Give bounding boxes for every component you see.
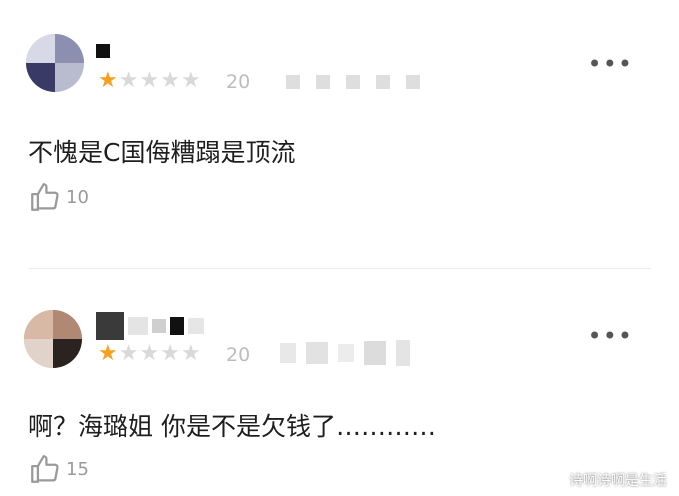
rating-stars: ★ ★ ★ ★ ★ — [98, 70, 201, 92]
like-button[interactable]: 15 — [28, 452, 89, 486]
date-blurred — [280, 340, 410, 366]
review-item-2: ★ ★ ★ ★ ★ 20 ••• 啊？海璐姐 你是不是欠钱了………… 15 — [0, 268, 679, 496]
like-count: 10 — [66, 186, 89, 208]
thumbs-up-icon — [31, 183, 59, 211]
rating-stars: ★ ★ ★ ★ ★ — [98, 343, 201, 365]
avatar[interactable] — [24, 310, 82, 368]
star-icon: ★ — [118, 68, 139, 93]
star-icon: ★ — [180, 341, 201, 366]
watermark: 诗啊诗啊是生活 — [569, 473, 667, 489]
username-blurred — [96, 312, 204, 340]
avatar[interactable] — [26, 34, 84, 92]
star-icon: ★ — [139, 341, 160, 366]
star-icon: ★ — [139, 68, 160, 93]
star-icon: ★ — [98, 341, 118, 366]
more-options-button[interactable]: ••• — [588, 324, 633, 348]
star-icon: ★ — [180, 68, 201, 93]
review-text: 啊？海璐姐 你是不是欠钱了………… — [28, 412, 436, 441]
star-icon: ★ — [118, 341, 139, 366]
star-icon: ★ — [160, 68, 180, 93]
date-blurred — [286, 75, 420, 89]
like-count: 15 — [66, 458, 89, 480]
like-button[interactable]: 10 — [28, 180, 89, 214]
review-text: 不愧是C国侮糟蹋是顶流 — [28, 138, 296, 167]
star-icon: ★ — [160, 341, 180, 366]
review-item-1: ★ ★ ★ ★ ★ 20 ••• 不愧是C国侮糟蹋是顶流 10 — [0, 0, 679, 268]
more-options-button[interactable]: ••• — [588, 52, 633, 76]
review-date: 20 — [226, 344, 251, 366]
username-blurred — [96, 44, 110, 58]
review-date: 20 — [226, 71, 251, 93]
thumbs-up-icon — [31, 455, 59, 483]
star-icon: ★ — [98, 68, 118, 93]
